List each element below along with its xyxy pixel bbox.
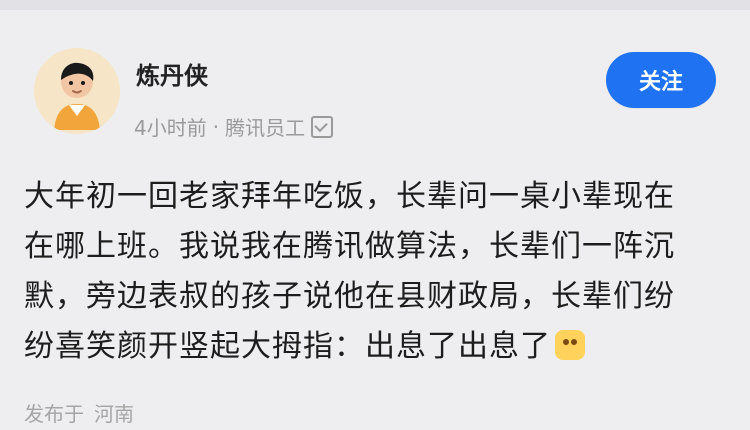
location-value: 河南 xyxy=(94,402,134,426)
author-title: 腾讯员工 xyxy=(225,116,306,140)
post-line-4-text: 纷喜笑颜开竖起大拇指：出息了出息了 xyxy=(24,329,551,364)
post-location: 发布于 河南 xyxy=(24,398,134,427)
follow-button[interactable]: 关注 xyxy=(606,52,716,108)
avatar-illustration-icon xyxy=(34,48,120,134)
post-card: 炼丹侠 4小时前 · 腾讯员工 关注 大年初一回老家拜年吃饭，长辈问一桌小辈现在… xyxy=(0,0,750,430)
laugh-emoji-icon xyxy=(555,330,585,360)
post-line-3: 默，旁边表叔的孩子说他在县财政局，长辈们纷 xyxy=(24,279,675,314)
meta-separator: · xyxy=(212,114,220,139)
post-line-2: 在哪上班。我说我在腾讯做算法，长辈们一阵沉 xyxy=(24,229,675,264)
post-meta: 4小时前 · 腾讯员工 xyxy=(134,112,334,141)
post-content: 大年初一回老家拜年吃饭，长辈问一桌小辈现在 在哪上班。我说我在腾讯做算法，长辈们… xyxy=(24,172,724,372)
avatar[interactable] xyxy=(34,48,120,134)
verified-icon xyxy=(311,115,334,138)
post-line-1: 大年初一回老家拜年吃饭，长辈问一桌小辈现在 xyxy=(24,179,675,214)
top-divider xyxy=(0,0,750,10)
author-name[interactable]: 炼丹侠 xyxy=(136,56,208,91)
post-time: 4小时前 xyxy=(134,116,207,140)
post-line-4: 纷喜笑颜开竖起大拇指：出息了出息了 xyxy=(24,322,724,372)
location-prefix: 发布于 xyxy=(24,402,84,426)
